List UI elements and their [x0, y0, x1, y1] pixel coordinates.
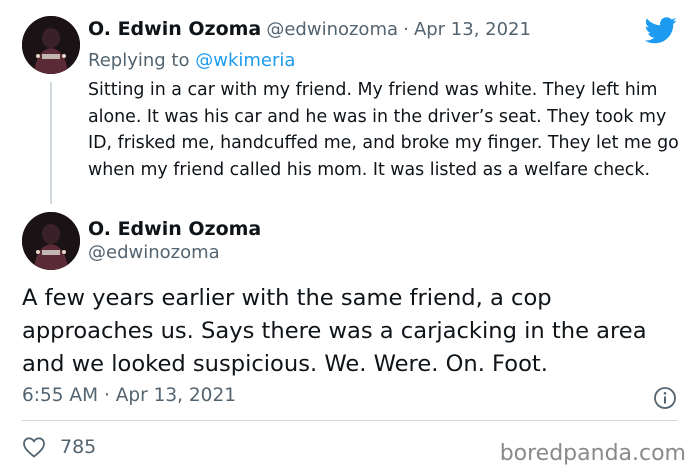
avatar[interactable]	[22, 212, 80, 270]
replying-prefix: Replying to	[88, 50, 190, 71]
author-name[interactable]: O. Edwin Ozoma	[88, 18, 261, 40]
author-name[interactable]: O. Edwin Ozoma	[88, 218, 261, 240]
tweet-date: Apr 13, 2021	[115, 385, 236, 406]
meta-separator: ·	[103, 385, 110, 406]
main-tweet-text: A few years earlier with the same friend…	[22, 285, 647, 377]
tweet-time: 6:55 AM	[22, 385, 99, 406]
reply-tweet-header: O. Edwin Ozoma @edwinozoma · Apr 13, 202…	[88, 18, 531, 40]
tweet-date[interactable]: Apr 13, 2021	[414, 19, 531, 40]
watermark: boredpanda.com	[499, 441, 686, 466]
author-handle[interactable]: @edwinozoma	[266, 19, 398, 40]
replying-to-link[interactable]: @wkimeria	[195, 50, 295, 71]
like-button[interactable]: 785	[22, 436, 96, 458]
replying-to: Replying to @wkimeria	[88, 50, 295, 71]
meta-separator: ·	[403, 19, 409, 40]
avatar[interactable]	[22, 16, 80, 74]
twitter-bird-icon[interactable]	[645, 17, 677, 44]
heart-icon	[23, 437, 45, 458]
reply-tweet-text: Sitting in a car with my friend. My frie…	[88, 80, 679, 180]
tweet-timestamp[interactable]: 6:55 AM · Apr 13, 2021	[22, 385, 236, 406]
thread-line	[50, 82, 52, 204]
like-count: 785	[60, 436, 97, 458]
author-handle[interactable]: @edwinozoma	[88, 242, 220, 263]
divider	[22, 420, 678, 421]
info-icon[interactable]	[653, 386, 677, 410]
